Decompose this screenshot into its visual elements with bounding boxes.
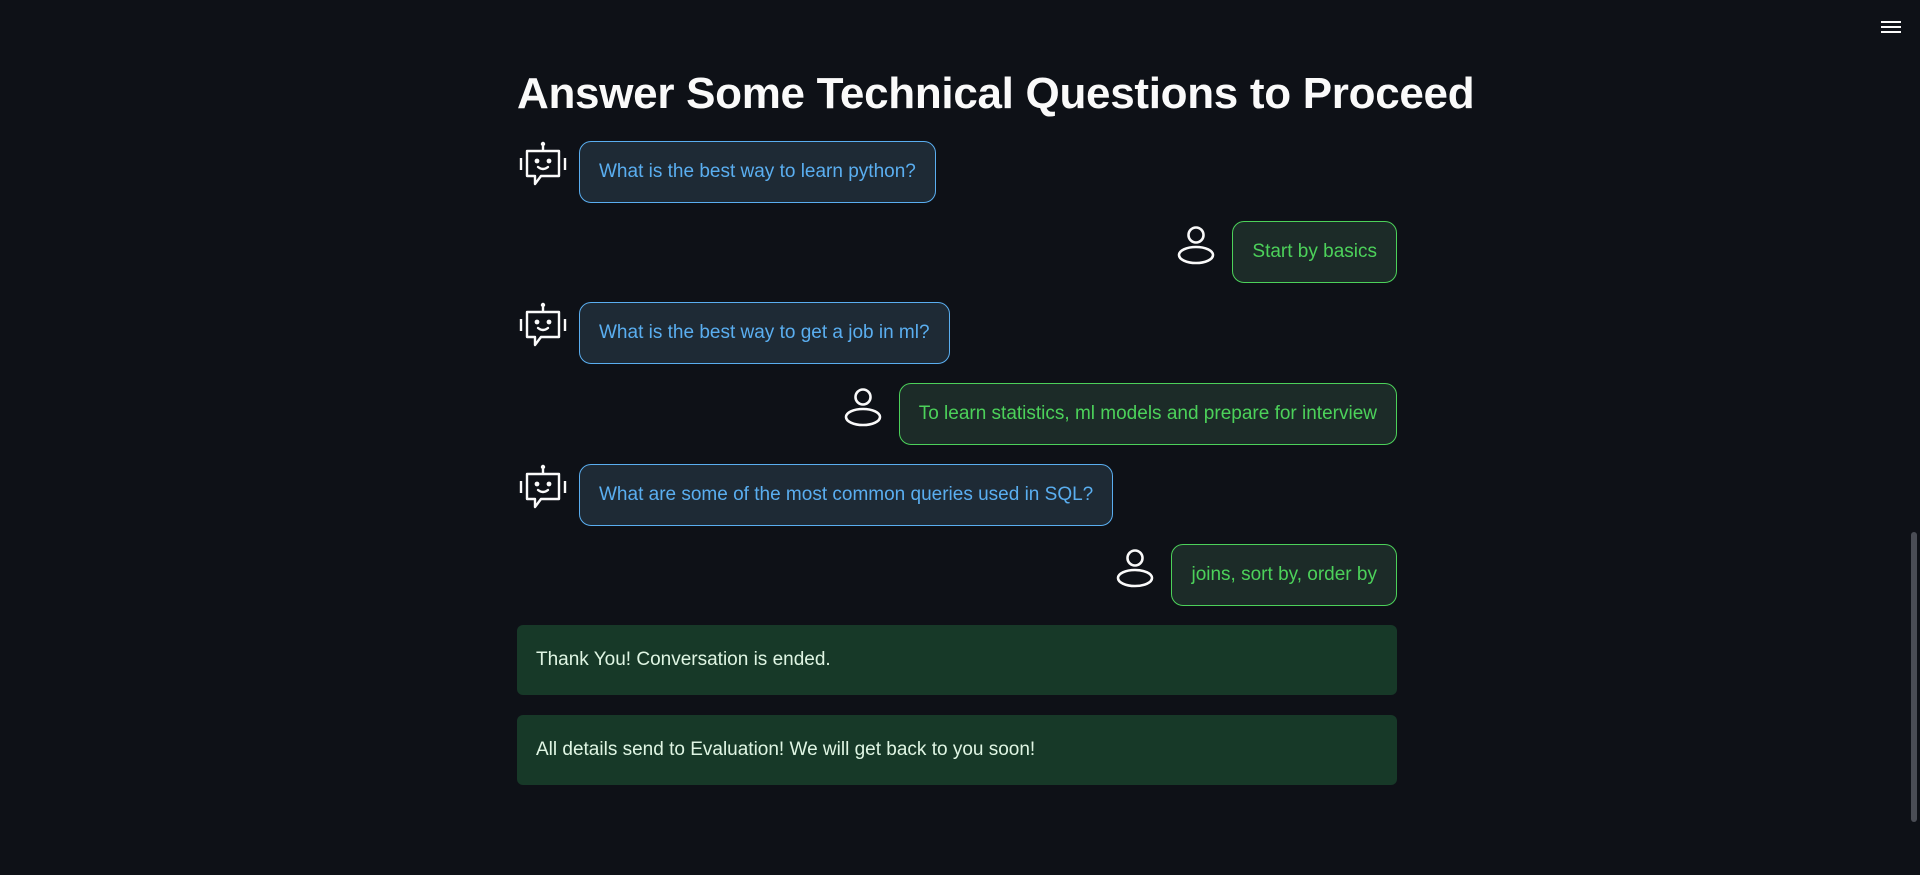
bot-message-bubble: What are some of the most common queries… bbox=[579, 464, 1114, 526]
alert-text: All details send to Evaluation! We will … bbox=[536, 739, 1036, 760]
chat-message-user: To learn statistics, ml models and prepa… bbox=[517, 383, 1397, 445]
chat-message-bot: What is the best way to learn python? bbox=[517, 141, 1397, 203]
chat-message-bot: What is the best way to get a job in ml? bbox=[517, 302, 1397, 364]
success-alert: All details send to Evaluation! We will … bbox=[517, 715, 1397, 785]
main-menu-button[interactable] bbox=[1880, 18, 1902, 36]
robot-icon bbox=[517, 301, 569, 353]
chat-message-user: joins, sort by, order by bbox=[517, 544, 1397, 606]
chat-message-bot: What are some of the most common queries… bbox=[517, 464, 1397, 526]
page-title: Answer Some Technical Questions to Proce… bbox=[517, 69, 1475, 118]
bot-message-bubble: What is the best way to get a job in ml? bbox=[579, 302, 950, 364]
bot-message-bubble: What is the best way to learn python? bbox=[579, 141, 936, 203]
user-message-bubble: To learn statistics, ml models and prepa… bbox=[898, 383, 1397, 445]
success-alert: Thank You! Conversation is ended. bbox=[517, 625, 1397, 695]
user-message-bubble: joins, sort by, order by bbox=[1171, 544, 1397, 606]
hamburger-menu-icon bbox=[1880, 18, 1902, 36]
alert-text: Thank You! Conversation is ended. bbox=[536, 649, 831, 670]
user-icon bbox=[837, 383, 889, 435]
user-message-bubble: Start by basics bbox=[1232, 221, 1397, 283]
user-icon bbox=[1109, 544, 1161, 596]
robot-icon bbox=[517, 140, 569, 192]
user-icon bbox=[1170, 221, 1222, 273]
chat-message-user: Start by basics bbox=[517, 221, 1397, 283]
robot-icon bbox=[517, 463, 569, 515]
scrollbar-thumb[interactable] bbox=[1911, 532, 1917, 822]
